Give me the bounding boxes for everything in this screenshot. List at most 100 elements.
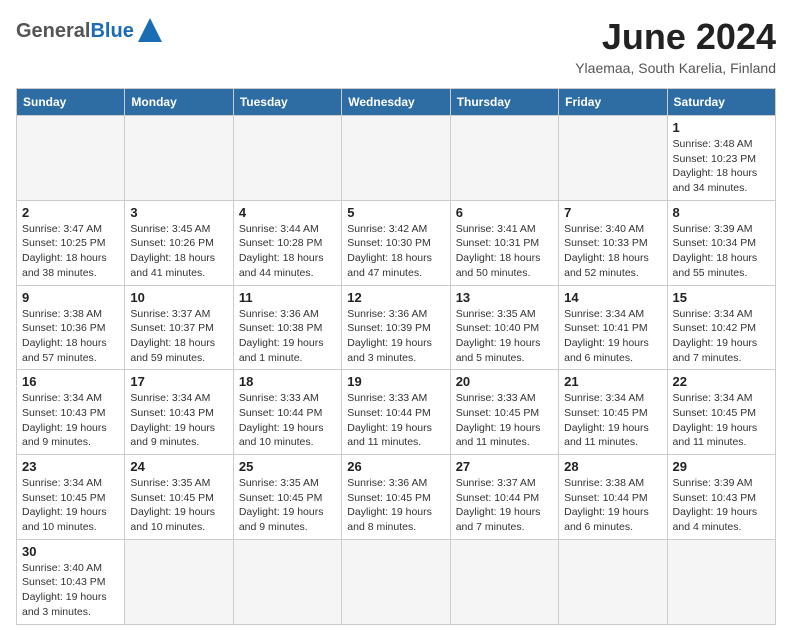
day-number: 16	[22, 374, 119, 389]
calendar-cell: 19 Sunrise: 3:33 AMSunset: 10:44 PMDayli…	[342, 370, 450, 455]
day-number: 29	[673, 459, 770, 474]
day-info: Sunrise: 3:40 AMSunset: 10:33 PMDaylight…	[564, 222, 661, 281]
calendar-cell: 24 Sunrise: 3:35 AMSunset: 10:45 PMDayli…	[125, 455, 233, 540]
calendar-cell: 9 Sunrise: 3:38 AMSunset: 10:36 PMDaylig…	[17, 285, 125, 370]
header-saturday: Saturday	[667, 89, 775, 116]
day-info: Sunrise: 3:39 AMSunset: 10:34 PMDaylight…	[673, 222, 770, 281]
day-info: Sunrise: 3:36 AMSunset: 10:45 PMDaylight…	[347, 476, 444, 535]
logo-general: General	[16, 20, 90, 43]
day-number: 13	[456, 290, 553, 305]
day-info: Sunrise: 3:33 AMSunset: 10:44 PMDaylight…	[347, 391, 444, 450]
day-number: 10	[130, 290, 227, 305]
day-number: 19	[347, 374, 444, 389]
calendar-cell-empty	[559, 539, 667, 624]
day-info: Sunrise: 3:47 AMSunset: 10:25 PMDaylight…	[22, 222, 119, 281]
calendar-cell: 11 Sunrise: 3:36 AMSunset: 10:38 PMDayli…	[233, 285, 341, 370]
calendar-cell: 26 Sunrise: 3:36 AMSunset: 10:45 PMDayli…	[342, 455, 450, 540]
calendar-cell-empty	[342, 539, 450, 624]
calendar-cell-empty	[450, 539, 558, 624]
day-number: 11	[239, 290, 336, 305]
calendar-cell	[450, 116, 558, 201]
header-wednesday: Wednesday	[342, 89, 450, 116]
day-number: 22	[673, 374, 770, 389]
page-header: General Blue June 2024 Ylaemaa, South Ka…	[16, 16, 776, 76]
day-number: 24	[130, 459, 227, 474]
logo-blue: Blue	[90, 20, 133, 43]
calendar-cell-empty	[125, 539, 233, 624]
header-friday: Friday	[559, 89, 667, 116]
day-info: Sunrise: 3:34 AMSunset: 10:43 PMDaylight…	[22, 391, 119, 450]
header-thursday: Thursday	[450, 89, 558, 116]
day-info: Sunrise: 3:45 AMSunset: 10:26 PMDaylight…	[130, 222, 227, 281]
day-number: 25	[239, 459, 336, 474]
day-number: 26	[347, 459, 444, 474]
title-area: June 2024 Ylaemaa, South Karelia, Finlan…	[575, 16, 776, 76]
calendar-cell: 21 Sunrise: 3:34 AMSunset: 10:45 PMDayli…	[559, 370, 667, 455]
calendar-cell: 3 Sunrise: 3:45 AMSunset: 10:26 PMDaylig…	[125, 200, 233, 285]
header-monday: Monday	[125, 89, 233, 116]
day-info: Sunrise: 3:37 AMSunset: 10:37 PMDaylight…	[130, 307, 227, 366]
day-info: Sunrise: 3:40 AMSunset: 10:43 PMDaylight…	[22, 561, 119, 620]
day-number: 5	[347, 205, 444, 220]
calendar-cell	[342, 116, 450, 201]
calendar-cell: 13 Sunrise: 3:35 AMSunset: 10:40 PMDayli…	[450, 285, 558, 370]
day-info: Sunrise: 3:39 AMSunset: 10:43 PMDaylight…	[673, 476, 770, 535]
calendar-cell: 22 Sunrise: 3:34 AMSunset: 10:45 PMDayli…	[667, 370, 775, 455]
calendar-cell: 5 Sunrise: 3:42 AMSunset: 10:30 PMDaylig…	[342, 200, 450, 285]
day-number: 30	[22, 544, 119, 559]
location-title: Ylaemaa, South Karelia, Finland	[575, 60, 776, 76]
day-info: Sunrise: 3:36 AMSunset: 10:38 PMDaylight…	[239, 307, 336, 366]
calendar-cell: 12 Sunrise: 3:36 AMSunset: 10:39 PMDayli…	[342, 285, 450, 370]
calendar-cell: 29 Sunrise: 3:39 AMSunset: 10:43 PMDayli…	[667, 455, 775, 540]
day-info: Sunrise: 3:41 AMSunset: 10:31 PMDaylight…	[456, 222, 553, 281]
day-info: Sunrise: 3:38 AMSunset: 10:36 PMDaylight…	[22, 307, 119, 366]
day-info: Sunrise: 3:34 AMSunset: 10:45 PMDaylight…	[564, 391, 661, 450]
header-tuesday: Tuesday	[233, 89, 341, 116]
calendar-cell	[125, 116, 233, 201]
day-info: Sunrise: 3:33 AMSunset: 10:44 PMDaylight…	[239, 391, 336, 450]
header-sunday: Sunday	[17, 89, 125, 116]
calendar-cell: 8 Sunrise: 3:39 AMSunset: 10:34 PMDaylig…	[667, 200, 775, 285]
day-number: 4	[239, 205, 336, 220]
calendar-cell: 1 Sunrise: 3:48 AMSunset: 10:23 PMDaylig…	[667, 116, 775, 201]
calendar-cell: 4 Sunrise: 3:44 AMSunset: 10:28 PMDaylig…	[233, 200, 341, 285]
day-number: 7	[564, 205, 661, 220]
day-info: Sunrise: 3:37 AMSunset: 10:44 PMDaylight…	[456, 476, 553, 535]
calendar-cell: 2 Sunrise: 3:47 AMSunset: 10:25 PMDaylig…	[17, 200, 125, 285]
day-info: Sunrise: 3:44 AMSunset: 10:28 PMDaylight…	[239, 222, 336, 281]
calendar-header-row: Sunday Monday Tuesday Wednesday Thursday…	[17, 89, 776, 116]
day-info: Sunrise: 3:35 AMSunset: 10:45 PMDaylight…	[239, 476, 336, 535]
day-number: 9	[22, 290, 119, 305]
calendar-cell: 7 Sunrise: 3:40 AMSunset: 10:33 PMDaylig…	[559, 200, 667, 285]
calendar-cell: 18 Sunrise: 3:33 AMSunset: 10:44 PMDayli…	[233, 370, 341, 455]
calendar-cell: 6 Sunrise: 3:41 AMSunset: 10:31 PMDaylig…	[450, 200, 558, 285]
calendar-cell: 20 Sunrise: 3:33 AMSunset: 10:45 PMDayli…	[450, 370, 558, 455]
calendar-table: Sunday Monday Tuesday Wednesday Thursday…	[16, 88, 776, 625]
calendar-cell: 17 Sunrise: 3:34 AMSunset: 10:43 PMDayli…	[125, 370, 233, 455]
day-info: Sunrise: 3:34 AMSunset: 10:43 PMDaylight…	[130, 391, 227, 450]
calendar-cell-empty	[233, 539, 341, 624]
day-number: 15	[673, 290, 770, 305]
calendar-cell	[559, 116, 667, 201]
calendar-cell-empty	[667, 539, 775, 624]
calendar-cell	[17, 116, 125, 201]
day-number: 20	[456, 374, 553, 389]
calendar-cell: 27 Sunrise: 3:37 AMSunset: 10:44 PMDayli…	[450, 455, 558, 540]
day-number: 6	[456, 205, 553, 220]
logo-icon	[136, 16, 164, 44]
logo: General Blue	[16, 16, 164, 46]
day-info: Sunrise: 3:35 AMSunset: 10:45 PMDaylight…	[130, 476, 227, 535]
day-number: 14	[564, 290, 661, 305]
day-number: 23	[22, 459, 119, 474]
calendar-cell: 25 Sunrise: 3:35 AMSunset: 10:45 PMDayli…	[233, 455, 341, 540]
day-number: 2	[22, 205, 119, 220]
day-number: 17	[130, 374, 227, 389]
calendar-cell: 16 Sunrise: 3:34 AMSunset: 10:43 PMDayli…	[17, 370, 125, 455]
day-number: 3	[130, 205, 227, 220]
day-info: Sunrise: 3:34 AMSunset: 10:45 PMDaylight…	[673, 391, 770, 450]
day-info: Sunrise: 3:33 AMSunset: 10:45 PMDaylight…	[456, 391, 553, 450]
day-info: Sunrise: 3:38 AMSunset: 10:44 PMDaylight…	[564, 476, 661, 535]
calendar-cell: 14 Sunrise: 3:34 AMSunset: 10:41 PMDayli…	[559, 285, 667, 370]
day-number: 8	[673, 205, 770, 220]
day-info: Sunrise: 3:34 AMSunset: 10:45 PMDaylight…	[22, 476, 119, 535]
